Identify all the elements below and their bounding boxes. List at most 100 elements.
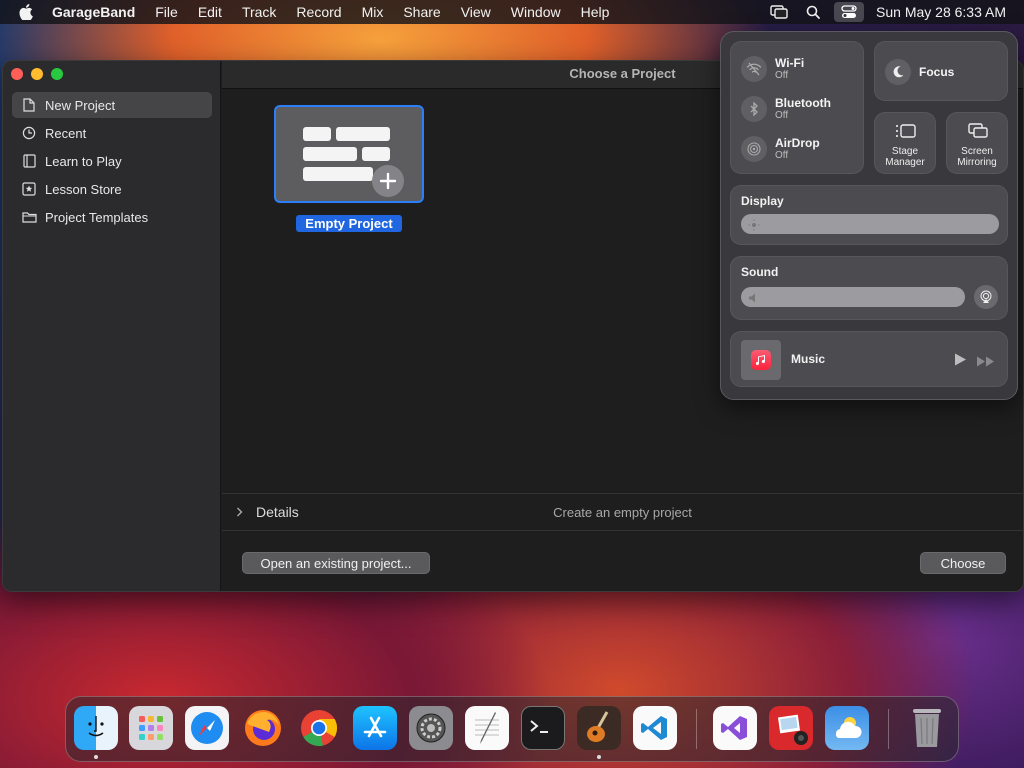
speaker-icon: [748, 291, 760, 309]
chrome-icon[interactable]: [297, 706, 341, 750]
menu-record[interactable]: Record: [286, 0, 351, 24]
menu-view[interactable]: View: [451, 0, 501, 24]
sound-label: Sound: [741, 265, 779, 279]
sidebar-item-recent[interactable]: Recent: [12, 120, 212, 146]
sidebar-item-label: Learn to Play: [45, 153, 122, 169]
apple-menu-icon[interactable]: [0, 4, 52, 20]
star-box-icon: [21, 181, 37, 197]
textedit-icon[interactable]: [465, 706, 509, 750]
folder-icon: [21, 209, 37, 225]
airdrop-icon: [741, 136, 767, 162]
menu-track[interactable]: Track: [232, 0, 286, 24]
wifi-icon: [741, 56, 767, 82]
sidebar-item-learn-to-play[interactable]: Learn to Play: [12, 148, 212, 174]
sound-module: Sound: [730, 256, 1008, 320]
wifi-status: Off: [775, 70, 789, 81]
sidebar-item-lesson-store[interactable]: Lesson Store: [12, 176, 212, 202]
bluetooth-status: Off: [775, 110, 789, 121]
sidebar-list: New Project Recent Learn to Play Lesson …: [12, 92, 212, 232]
fast-forward-icon[interactable]: [977, 354, 995, 372]
focus-toggle[interactable]: Focus: [874, 41, 1008, 101]
system-settings-icon[interactable]: [409, 706, 453, 750]
details-disclosure[interactable]: Details Create an empty project: [222, 493, 1023, 531]
stage-manager-label-1: Stage: [891, 146, 919, 157]
focus-label: Focus: [919, 65, 955, 79]
volume-slider[interactable]: [741, 287, 965, 307]
airdrop-status: Off: [775, 150, 789, 161]
search-icon[interactable]: [796, 0, 830, 24]
sidebar-item-label: Recent: [45, 125, 87, 141]
running-indicator: [597, 755, 601, 759]
wifi-label: Wi-Fi: [775, 56, 805, 70]
track-block-icon: [303, 127, 331, 141]
bluetooth-icon: [741, 96, 767, 122]
open-existing-project-button[interactable]: Open an existing project...: [242, 552, 430, 574]
screen-mirroring-icon: [967, 123, 989, 144]
menu-clock[interactable]: Sun May 28 6:33 AM: [868, 4, 1024, 20]
network-module: Wi-Fi Off Bluetooth Off AirDrop Off: [730, 41, 864, 174]
app-store-icon[interactable]: [353, 706, 397, 750]
vscode-icon[interactable]: [633, 706, 677, 750]
launchpad-icon[interactable]: [129, 706, 173, 750]
document-icon: [21, 97, 37, 113]
now-playing-module: Music: [730, 331, 1008, 387]
firefox-icon[interactable]: [241, 706, 285, 750]
now-playing-label: Music: [791, 352, 826, 366]
running-indicator: [94, 755, 98, 759]
stage-manager-toggle[interactable]: Stage Manager: [874, 112, 936, 174]
screen-mirroring-label-1: Screen: [961, 146, 993, 157]
control-center-icon[interactable]: [834, 2, 865, 22]
sun-icon: [748, 218, 760, 236]
wifi-toggle[interactable]: Wi-Fi Off: [741, 56, 804, 82]
weather-icon[interactable]: [825, 706, 869, 750]
dock: [65, 696, 959, 762]
airplay-audio-icon[interactable]: [974, 285, 998, 309]
screen-mirroring-icon[interactable]: [762, 0, 796, 24]
track-block-icon: [336, 127, 390, 141]
minimize-button[interactable]: [31, 68, 43, 80]
finder-icon[interactable]: [74, 706, 118, 750]
visual-studio-icon[interactable]: [713, 706, 757, 750]
menu-app-name[interactable]: GarageBand: [52, 0, 145, 24]
airdrop-label: AirDrop: [775, 136, 820, 150]
control-center-panel: Wi-Fi Off Bluetooth Off AirDrop Off Focu…: [720, 31, 1018, 400]
airdrop-toggle[interactable]: AirDrop Off: [741, 136, 820, 162]
plus-icon: [372, 165, 404, 197]
sidebar-item-project-templates[interactable]: Project Templates: [12, 204, 212, 230]
stage-manager-label-2: Manager: [885, 157, 925, 168]
choose-button[interactable]: Choose: [920, 552, 1006, 574]
music-app-icon[interactable]: [741, 340, 781, 380]
bluetooth-label: Bluetooth: [775, 96, 831, 110]
zoom-button[interactable]: [51, 68, 63, 80]
moon-icon: [885, 59, 911, 85]
screen-mirroring-toggle[interactable]: Screen Mirroring: [946, 112, 1008, 174]
sidebar-item-label: New Project: [45, 97, 116, 113]
menu-file[interactable]: File: [145, 0, 188, 24]
empty-project-thumbnail[interactable]: [274, 105, 424, 203]
menu-share[interactable]: Share: [393, 0, 450, 24]
clock-icon: [21, 125, 37, 141]
sidebar-item-label: Lesson Store: [45, 181, 122, 197]
sidebar-item-new-project[interactable]: New Project: [12, 92, 212, 118]
bluetooth-toggle[interactable]: Bluetooth Off: [741, 96, 831, 122]
chevron-right-icon[interactable]: [222, 507, 256, 517]
menu-help[interactable]: Help: [571, 0, 620, 24]
details-description: Create an empty project: [553, 504, 692, 520]
play-icon[interactable]: [954, 353, 966, 371]
terminal-icon[interactable]: [521, 706, 565, 750]
safari-icon[interactable]: [185, 706, 229, 750]
display-label: Display: [741, 194, 784, 208]
menu-mix[interactable]: Mix: [352, 0, 394, 24]
menu-window[interactable]: Window: [501, 0, 571, 24]
close-button[interactable]: [11, 68, 23, 80]
dock-separator: [696, 709, 697, 749]
brightness-slider[interactable]: [741, 214, 999, 234]
photo-booth-icon[interactable]: [769, 706, 813, 750]
trash-icon[interactable]: [905, 706, 949, 750]
template-label: Empty Project: [296, 215, 402, 232]
garageband-icon[interactable]: [577, 706, 621, 750]
template-empty-project[interactable]: Empty Project: [274, 105, 424, 232]
track-block-icon: [303, 167, 373, 181]
menu-edit[interactable]: Edit: [188, 0, 232, 24]
sidebar: New Project Recent Learn to Play Lesson …: [3, 61, 221, 591]
